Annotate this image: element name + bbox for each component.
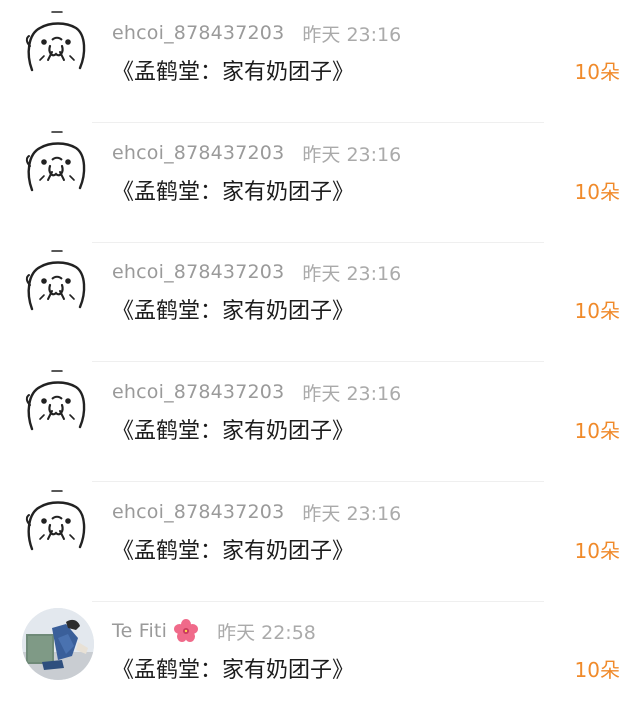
gift-title: 《孟鹤堂：家有奶团子》: [112, 60, 355, 85]
time-label: 23:16: [346, 262, 402, 285]
timestamp: 昨天 23:16: [302, 379, 401, 406]
record-meta: Te Fiti 昨天 22:58: [112, 618, 316, 644]
record-meta: ehcoi_878437203 昨天 23:16: [112, 140, 401, 166]
list-item[interactable]: ehcoi_878437203 昨天 23:16 《孟鹤堂：家有奶团子》 10朵: [0, 4, 640, 123]
divider: [92, 361, 544, 362]
gift-record-list: ehcoi_878437203 昨天 23:16 《孟鹤堂：家有奶团子》 10朵…: [0, 0, 640, 711]
seal-sticker-icon: [25, 11, 86, 72]
date-label: 昨天: [217, 621, 256, 644]
record-meta: ehcoi_878437203 昨天 23:16: [112, 499, 401, 525]
list-item[interactable]: ehcoi_878437203 昨天 23:16 《孟鹤堂：家有奶团子》 10朵: [0, 483, 640, 602]
record-meta: ehcoi_878437203 昨天 23:16: [112, 259, 401, 285]
date-label: 昨天: [302, 143, 341, 166]
seal-sticker-icon: [25, 250, 86, 311]
timestamp: 昨天 23:16: [302, 499, 401, 526]
avatar[interactable]: [22, 487, 92, 557]
hibiscus-flower-icon: [173, 618, 199, 644]
seal-sticker-icon: [25, 131, 86, 192]
username[interactable]: Te Fiti: [112, 620, 167, 642]
username[interactable]: ehcoi_878437203: [112, 261, 284, 283]
time-label: 23:16: [346, 23, 402, 46]
username[interactable]: ehcoi_878437203: [112, 22, 284, 44]
list-item[interactable]: ehcoi_878437203 昨天 23:16 《孟鹤堂：家有奶团子》 10朵: [0, 124, 640, 243]
gift-count: 10朵: [574, 539, 620, 563]
gift-count: 10朵: [574, 299, 620, 323]
gift-count: 10朵: [574, 60, 620, 84]
record-meta: ehcoi_878437203 昨天 23:16: [112, 20, 401, 46]
date-label: 昨天: [302, 502, 341, 525]
avatar[interactable]: [22, 367, 92, 437]
photo-avatar: [22, 608, 94, 680]
divider: [92, 481, 544, 482]
gift-title: 《孟鹤堂：家有奶团子》: [112, 419, 355, 444]
gift-count: 10朵: [574, 419, 620, 443]
username[interactable]: ehcoi_878437203: [112, 501, 284, 523]
avatar[interactable]: [22, 8, 92, 78]
time-label: 23:16: [346, 143, 402, 166]
list-item[interactable]: ehcoi_878437203 昨天 23:16 《孟鹤堂：家有奶团子》 10朵: [0, 243, 640, 362]
time-label: 23:16: [346, 382, 402, 405]
timestamp: 昨天 23:16: [302, 20, 401, 47]
gift-title: 《孟鹤堂：家有奶团子》: [112, 539, 355, 564]
gift-title: 《孟鹤堂：家有奶团子》: [112, 299, 355, 324]
username[interactable]: ehcoi_878437203: [112, 381, 284, 403]
gift-count: 10朵: [574, 658, 620, 682]
date-label: 昨天: [302, 262, 341, 285]
seal-sticker-icon: [25, 370, 86, 431]
username[interactable]: ehcoi_878437203: [112, 142, 284, 164]
list-item[interactable]: ehcoi_878437203 昨天 23:16 《孟鹤堂：家有奶团子》 10朵: [0, 363, 640, 482]
gift-title: 《孟鹤堂：家有奶团子》: [112, 658, 355, 683]
time-label: 22:58: [261, 621, 316, 644]
gift-count: 10朵: [574, 180, 620, 204]
date-label: 昨天: [302, 23, 341, 46]
time-label: 23:16: [346, 502, 402, 525]
gift-title: 《孟鹤堂：家有奶团子》: [112, 180, 355, 205]
date-label: 昨天: [302, 382, 341, 405]
timestamp: 昨天 23:16: [302, 259, 401, 286]
avatar[interactable]: [22, 608, 94, 680]
timestamp: 昨天 22:58: [217, 618, 316, 645]
divider: [92, 122, 544, 123]
record-meta: ehcoi_878437203 昨天 23:16: [112, 379, 401, 405]
avatar[interactable]: [22, 128, 92, 198]
timestamp: 昨天 23:16: [302, 140, 401, 167]
seal-sticker-icon: [25, 490, 86, 551]
list-item[interactable]: Te Fiti 昨天 22:58 《孟鹤堂：家有奶团子》 10朵: [0, 602, 640, 721]
avatar[interactable]: [22, 247, 92, 317]
